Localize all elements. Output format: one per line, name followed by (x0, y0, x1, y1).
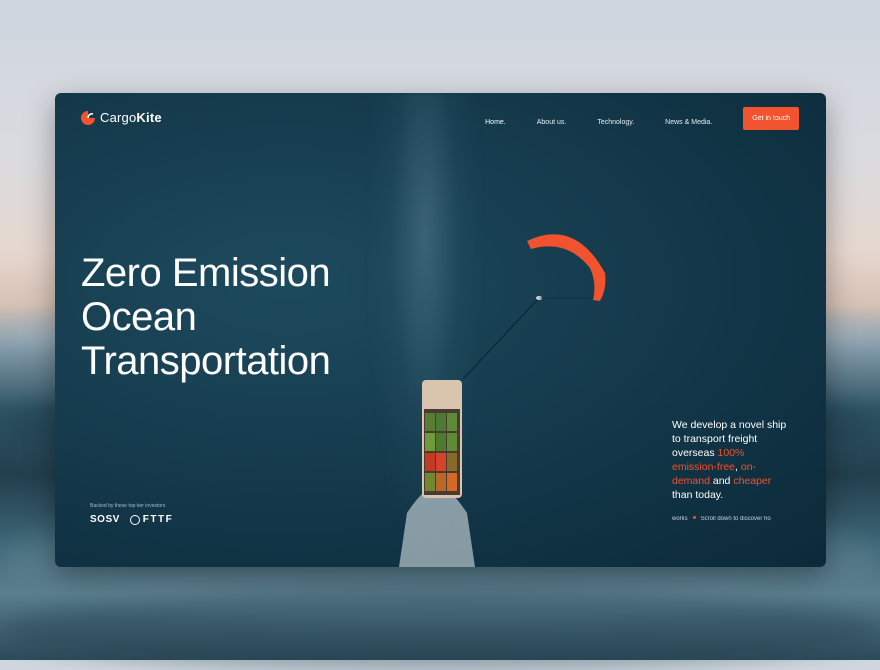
brand-name: CargoKite (100, 110, 162, 125)
main-nav: Home. About us. Technology. News & Media… (485, 107, 826, 130)
highlight-cheaper: cheaper (733, 475, 772, 487)
headline-line: Zero Emission (81, 251, 331, 295)
scroll-hint[interactable]: works Scroll down to discover ho (672, 516, 782, 522)
nav-technology[interactable]: Technology. (597, 119, 634, 126)
cargo-ship-icon (422, 380, 462, 498)
kite-icon (527, 234, 606, 301)
bg-wave (0, 590, 880, 670)
tow-line (462, 297, 540, 380)
headline-line: Ocean (81, 295, 197, 339)
hero-card: CargoKite Home. About us. Technology. Ne… (55, 93, 826, 567)
brand-logo[interactable]: CargoKite (81, 110, 162, 125)
investors-section: Backed by these top-tier investors SOSV … (90, 503, 173, 525)
headline-line: Transportation (81, 339, 331, 383)
cargokite-logo-icon (81, 110, 95, 125)
hero-headline: Zero Emission Ocean Transportation (81, 251, 331, 383)
bullet-dot-icon (692, 516, 696, 519)
fttf-mark-icon (129, 514, 140, 525)
nav-about-us[interactable]: About us. (537, 119, 567, 126)
nav-home[interactable]: Home. (485, 119, 506, 126)
sosv-logo[interactable]: SOSV (90, 514, 120, 525)
nav-news-media[interactable]: News & Media. (665, 119, 712, 126)
intro-text: We develop a novel ship to transport fre… (672, 419, 787, 501)
investors-caption: Backed by these top-tier investors (90, 503, 166, 509)
investor-logos: SOSV FTTF (90, 514, 173, 525)
ship-wake (399, 487, 475, 567)
fttf-logo[interactable]: FTTF (129, 514, 173, 525)
get-in-touch-button[interactable]: Get in touch (743, 107, 799, 130)
